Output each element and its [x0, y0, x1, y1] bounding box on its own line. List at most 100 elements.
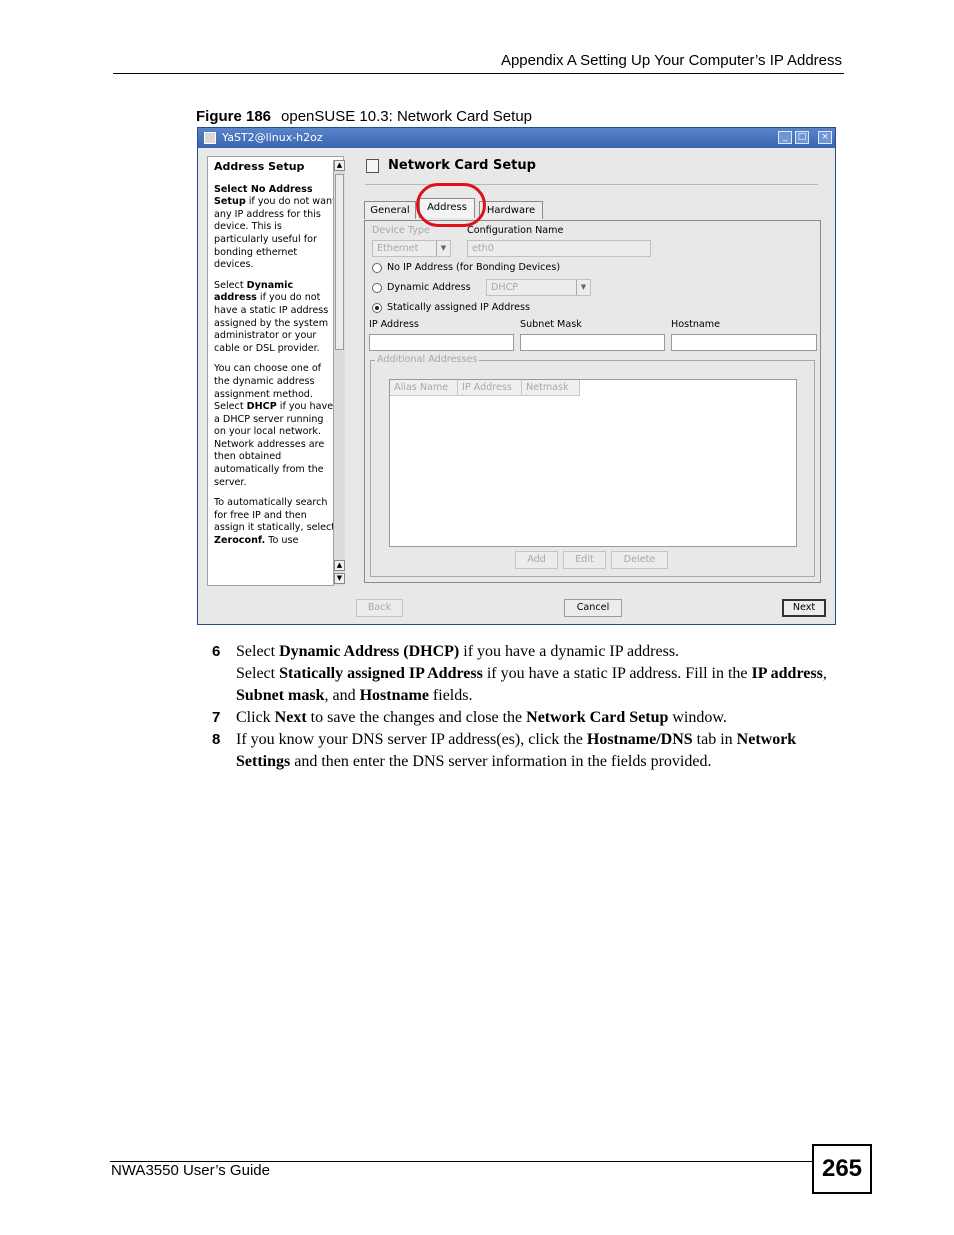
maximize-button[interactable]: □	[795, 131, 809, 144]
text: Click	[236, 709, 275, 726]
highlight-circle	[416, 183, 486, 227]
subnet-mask-field[interactable]	[520, 334, 665, 351]
help-paragraph-2: Select Dynamic address if you do not hav…	[214, 280, 337, 356]
help-text: To automatically search for free IP and …	[214, 497, 336, 534]
figure-caption: Figure 186 openSUSE 10.3: Network Card Se…	[196, 108, 532, 125]
step-number: 6	[212, 643, 221, 660]
scroll-up-icon[interactable]: ▲	[334, 560, 345, 571]
config-name-field[interactable]: eth0	[467, 240, 651, 257]
text: Select	[236, 665, 280, 682]
bold-text: Statically assigned IP Address	[279, 665, 483, 682]
scroll-thumb[interactable]	[335, 174, 344, 350]
text: if you have a static IP address. Fill in…	[482, 665, 752, 682]
dynamic-radio[interactable]	[372, 283, 382, 293]
chevron-down-icon: ▼	[576, 280, 590, 295]
scroll-down-icon[interactable]: ▼	[334, 573, 345, 584]
help-text: Select	[214, 279, 247, 291]
cancel-button[interactable]: Cancel	[564, 599, 622, 617]
next-button[interactable]: Next	[782, 599, 826, 617]
back-button[interactable]: Back	[356, 599, 403, 617]
bold-text: Next	[274, 709, 307, 726]
text: If you know your DNS server IP address(e…	[236, 731, 587, 748]
page-number: 265	[812, 1144, 872, 1194]
column-ip-address[interactable]: IP Address	[458, 380, 522, 396]
config-name-label: Configuration Name	[467, 225, 564, 236]
step-6: 6 Select Dynamic Address (DHCP) if you h…	[212, 641, 842, 707]
help-text: To use	[265, 535, 299, 547]
hostname-field[interactable]	[671, 334, 817, 351]
figure-title: openSUSE 10.3: Network Card Setup	[281, 108, 533, 125]
device-type-combo[interactable]: Ethernet ▼	[372, 240, 451, 257]
delete-button[interactable]: Delete	[611, 551, 668, 569]
text: ,	[822, 665, 827, 682]
chevron-down-icon: ▼	[436, 241, 450, 256]
bold-text: Dynamic Address (DHCP)	[279, 643, 460, 660]
text: Select	[236, 643, 280, 660]
hostname-label: Hostname	[671, 319, 721, 330]
help-bold: Zeroconf.	[214, 535, 266, 547]
text: to save the changes and close the	[306, 709, 527, 726]
running-header: Appendix A Setting Up Your Computer’s IP…	[500, 52, 842, 69]
help-bold: DHCP	[246, 401, 277, 413]
no-ip-label: No IP Address (for Bonding Devices)	[387, 262, 561, 273]
bold-text: Hostname	[359, 687, 429, 704]
yast-window: YaST2@linux-h2oz _ □ × Address Setup Sel…	[197, 127, 836, 625]
close-button[interactable]: ×	[818, 131, 832, 144]
address-panel: Device Type Ethernet ▼ Configuration Name…	[364, 220, 821, 583]
step-number: 8	[212, 731, 221, 748]
window-titlebar: YaST2@linux-h2oz _ □ ×	[198, 128, 835, 148]
step-text: If you know your DNS server IP address(e…	[236, 729, 842, 773]
figure-label: Figure 186	[196, 108, 272, 125]
bold-text: IP address	[751, 665, 823, 682]
edit-button[interactable]: Edit	[563, 551, 606, 569]
tab-hardware[interactable]: Hardware	[479, 201, 543, 219]
column-netmask[interactable]: Netmask	[522, 380, 580, 396]
header-rule	[113, 73, 844, 74]
help-paragraph-4: To automatically search for free IP and …	[214, 497, 337, 547]
tab-general[interactable]: General	[364, 201, 416, 219]
step-text: Click Next to save the changes and close…	[236, 707, 842, 729]
static-radio[interactable]	[372, 303, 382, 313]
window-title: YaST2@linux-h2oz	[222, 131, 323, 144]
help-paragraph-1: Select No Address Setup if you do not wa…	[214, 184, 337, 272]
additional-addresses-table[interactable]: Alias Name IP Address Netmask	[389, 379, 797, 547]
text: tab in	[692, 731, 737, 748]
device-type-label: Device Type	[372, 225, 430, 236]
ip-address-field[interactable]	[369, 334, 514, 351]
step-8: 8 If you know your DNS server IP address…	[212, 729, 842, 773]
instruction-steps: 6 Select Dynamic Address (DHCP) if you h…	[212, 641, 842, 773]
help-text: if you have a DHCP server running on you…	[214, 401, 334, 488]
add-button[interactable]: Add	[515, 551, 558, 569]
ip-address-label: IP Address	[369, 319, 419, 330]
bold-text: Hostname/DNS	[586, 731, 693, 748]
help-text: if you do not want any IP address for th…	[214, 196, 336, 271]
dynamic-label: Dynamic Address	[387, 282, 471, 293]
dynamic-method-value: DHCP	[491, 282, 519, 293]
help-title: Address Setup	[214, 160, 305, 173]
text: , and	[324, 687, 360, 704]
minimize-button[interactable]: _	[778, 131, 792, 144]
help-paragraph-3: You can choose one of the dynamic addres…	[214, 363, 337, 489]
bold-text: Network Card Setup	[526, 709, 669, 726]
help-scrollbar[interactable]: ▲ ▲ ▼	[333, 160, 345, 586]
additional-addresses-title: Additional Addresses	[375, 354, 480, 365]
text: and then enter the DNS server informatio…	[290, 753, 712, 770]
text: if you have a dynamic IP address.	[459, 643, 680, 660]
network-card-icon	[366, 159, 379, 173]
yast-app-icon	[204, 132, 216, 144]
step-text: Select Dynamic Address (DHCP) if you hav…	[236, 641, 842, 663]
main-title: Network Card Setup	[388, 158, 536, 173]
bold-text: Subnet mask	[236, 687, 325, 704]
dynamic-method-combo[interactable]: DHCP ▼	[486, 279, 591, 296]
footer-guide-name: NWA3550 User’s Guide	[111, 1162, 270, 1179]
text: fields.	[428, 687, 473, 704]
column-alias-name[interactable]: Alias Name	[390, 380, 458, 396]
static-label: Statically assigned IP Address	[387, 302, 530, 313]
help-panel: Address Setup Select No Address Setup if…	[207, 156, 344, 586]
subnet-mask-label: Subnet Mask	[520, 319, 582, 330]
step-number: 7	[212, 709, 221, 726]
scroll-up-icon[interactable]: ▲	[334, 160, 345, 171]
no-ip-radio[interactable]	[372, 263, 382, 273]
text: window.	[668, 709, 727, 726]
device-type-value: Ethernet	[377, 243, 419, 254]
